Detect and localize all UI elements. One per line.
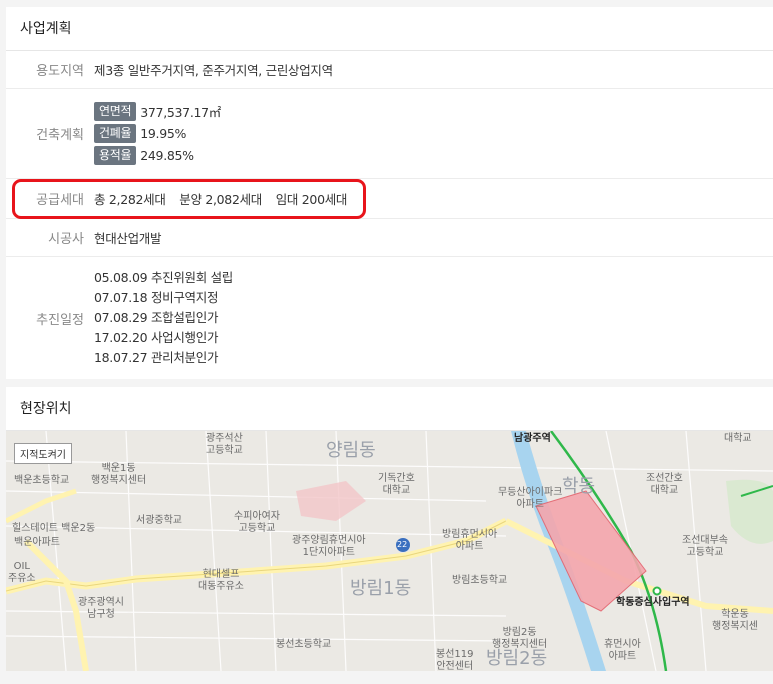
supply-rent: 임대 200세대 (275, 192, 348, 207)
map-label: 현대셀프 대동주유소 (198, 569, 244, 592)
builder-row: 시공사 현대산업개발 (6, 219, 773, 257)
map-label: 방림2동 (486, 648, 548, 669)
map-label: 양림동 (326, 440, 376, 461)
location-title: 현장위치 (6, 387, 773, 431)
route-number-label: 22 (397, 540, 408, 549)
map-label: 학운동 행정복지센 (712, 609, 758, 632)
floor-ratio-value: 249.85% (140, 148, 194, 163)
coverage-ratio-value: 19.95% (140, 126, 187, 141)
map-label: 백운1동 행정복지센터 (91, 463, 147, 486)
build-plan-label: 건축계획 (36, 128, 84, 143)
map-label: 백운초등학교 (14, 475, 70, 486)
supply-label: 공급세대 (36, 193, 84, 208)
floor-ratio-tag: 용적율 (94, 146, 137, 165)
map-label: 무등산아이파크 아파트 (498, 487, 563, 510)
schedule-row: 추진일정 05.08.09 추진위원회 설립 07.07.18 정비구역지정 0… (6, 257, 773, 379)
schedule-item: 18.07.27 관리처분인가 (94, 350, 219, 365)
map-label: 방림초등학교 (452, 575, 508, 586)
supply-total: 총 2,282세대 (94, 192, 166, 207)
map-label: 대학교 (724, 433, 752, 444)
floor-area-value: 377,537.17㎡ (140, 105, 222, 120)
coverage-ratio-line: 건폐율 19.95% (94, 123, 221, 145)
map-label: 봉선초등학교 (276, 639, 332, 650)
location-map[interactable]: 지적도켜기 광주석산 고등학교 양림동 남광주역 대학교 백운1동 행정복지센터 힐… (6, 431, 773, 671)
builder-label: 시공사 (48, 232, 84, 247)
coverage-ratio-tag: 건폐율 (94, 124, 137, 143)
supply-values: 총 2,282세대 분양 2,082세대 임대 200세대 (84, 189, 357, 208)
use-zone-label: 용도지역 (36, 64, 84, 79)
map-label: 서광중학교 (136, 515, 182, 526)
floor-area-tag: 연면적 (94, 102, 137, 121)
floor-area-line: 연면적 377,537.17㎡ (94, 101, 221, 123)
map-label: 남광주역 (514, 433, 551, 444)
map-label: 조선간호 대학교 (646, 473, 683, 496)
map-label: 휴먼시아 아파트 (604, 639, 641, 662)
schedule-item: 07.08.29 조합설립인가 (94, 310, 219, 325)
map-label: 광주양림휴먼시아 1단지아파트 (292, 535, 366, 558)
schedule-label: 추진일정 (36, 312, 84, 328)
map-label: 광주광역시 남구청 (78, 597, 124, 620)
supply-row: 공급세대 총 2,282세대 분양 2,082세대 임대 200세대 (6, 179, 773, 219)
schedule-values: 05.08.09 추진위원회 설립 07.07.18 정비구역지정 07.08.… (84, 268, 233, 368)
map-label: 수피아여자 고등학교 (234, 511, 280, 534)
build-plan-row: 건축계획 연면적 377,537.17㎡ 건폐율 19.95% 용적율 249.… (6, 89, 773, 179)
cadastral-map-toggle-button[interactable]: 지적도켜기 (14, 443, 72, 464)
map-area (296, 481, 366, 521)
business-plan-panel: 사업계획 용도지역 제3종 일반주거지역, 준주거지역, 근린상업지역 건축계획… (6, 7, 773, 379)
floor-ratio-line: 용적율 249.85% (94, 145, 221, 167)
builder-value: 현대산업개발 (94, 231, 162, 246)
map-road-upper-left (6, 488, 77, 524)
map-label: 방림휴먼시아 아파트 (442, 529, 498, 552)
schedule-item: 07.07.18 정비구역지정 (94, 290, 219, 305)
business-plan-title: 사업계획 (6, 7, 773, 51)
map-label: 광주석산 고등학교 (206, 433, 243, 456)
map-park (726, 479, 773, 544)
map-label: OIL 주유소 (8, 561, 36, 584)
supply-sale: 분양 2,082세대 (179, 192, 263, 207)
use-zone-row: 용도지역 제3종 일반주거지역, 준주거지역, 근린상업지역 (6, 51, 773, 89)
location-panel: 현장위치 지적도켜기 광주석산 고등학교 양림동 남광주역 대학교 백운1동 행… (6, 387, 773, 671)
map-label: 기독간호 대학교 (378, 473, 415, 496)
map-label: 학동증심사입구역 (616, 597, 690, 608)
build-plan-values: 연면적 377,537.17㎡ 건폐율 19.95% 용적율 249.85% (84, 101, 221, 167)
map-label: 백운아파트 (14, 537, 60, 548)
map-label: 봉선119 안전센터 (436, 649, 474, 671)
schedule-item: 05.08.09 추진위원회 설립 (94, 270, 234, 285)
station-marker (652, 586, 662, 596)
map-label: 힐스테이트 백운2동 (12, 523, 96, 534)
map-label: 조선대부속 고등학교 (682, 535, 728, 558)
map-label: 학동 (562, 476, 596, 497)
schedule-item: 17.02.20 사업시행인가 (94, 330, 219, 345)
map-label: 방림1동 (350, 578, 412, 599)
use-zone-value: 제3종 일반주거지역, 준주거지역, 근린상업지역 (94, 63, 333, 78)
